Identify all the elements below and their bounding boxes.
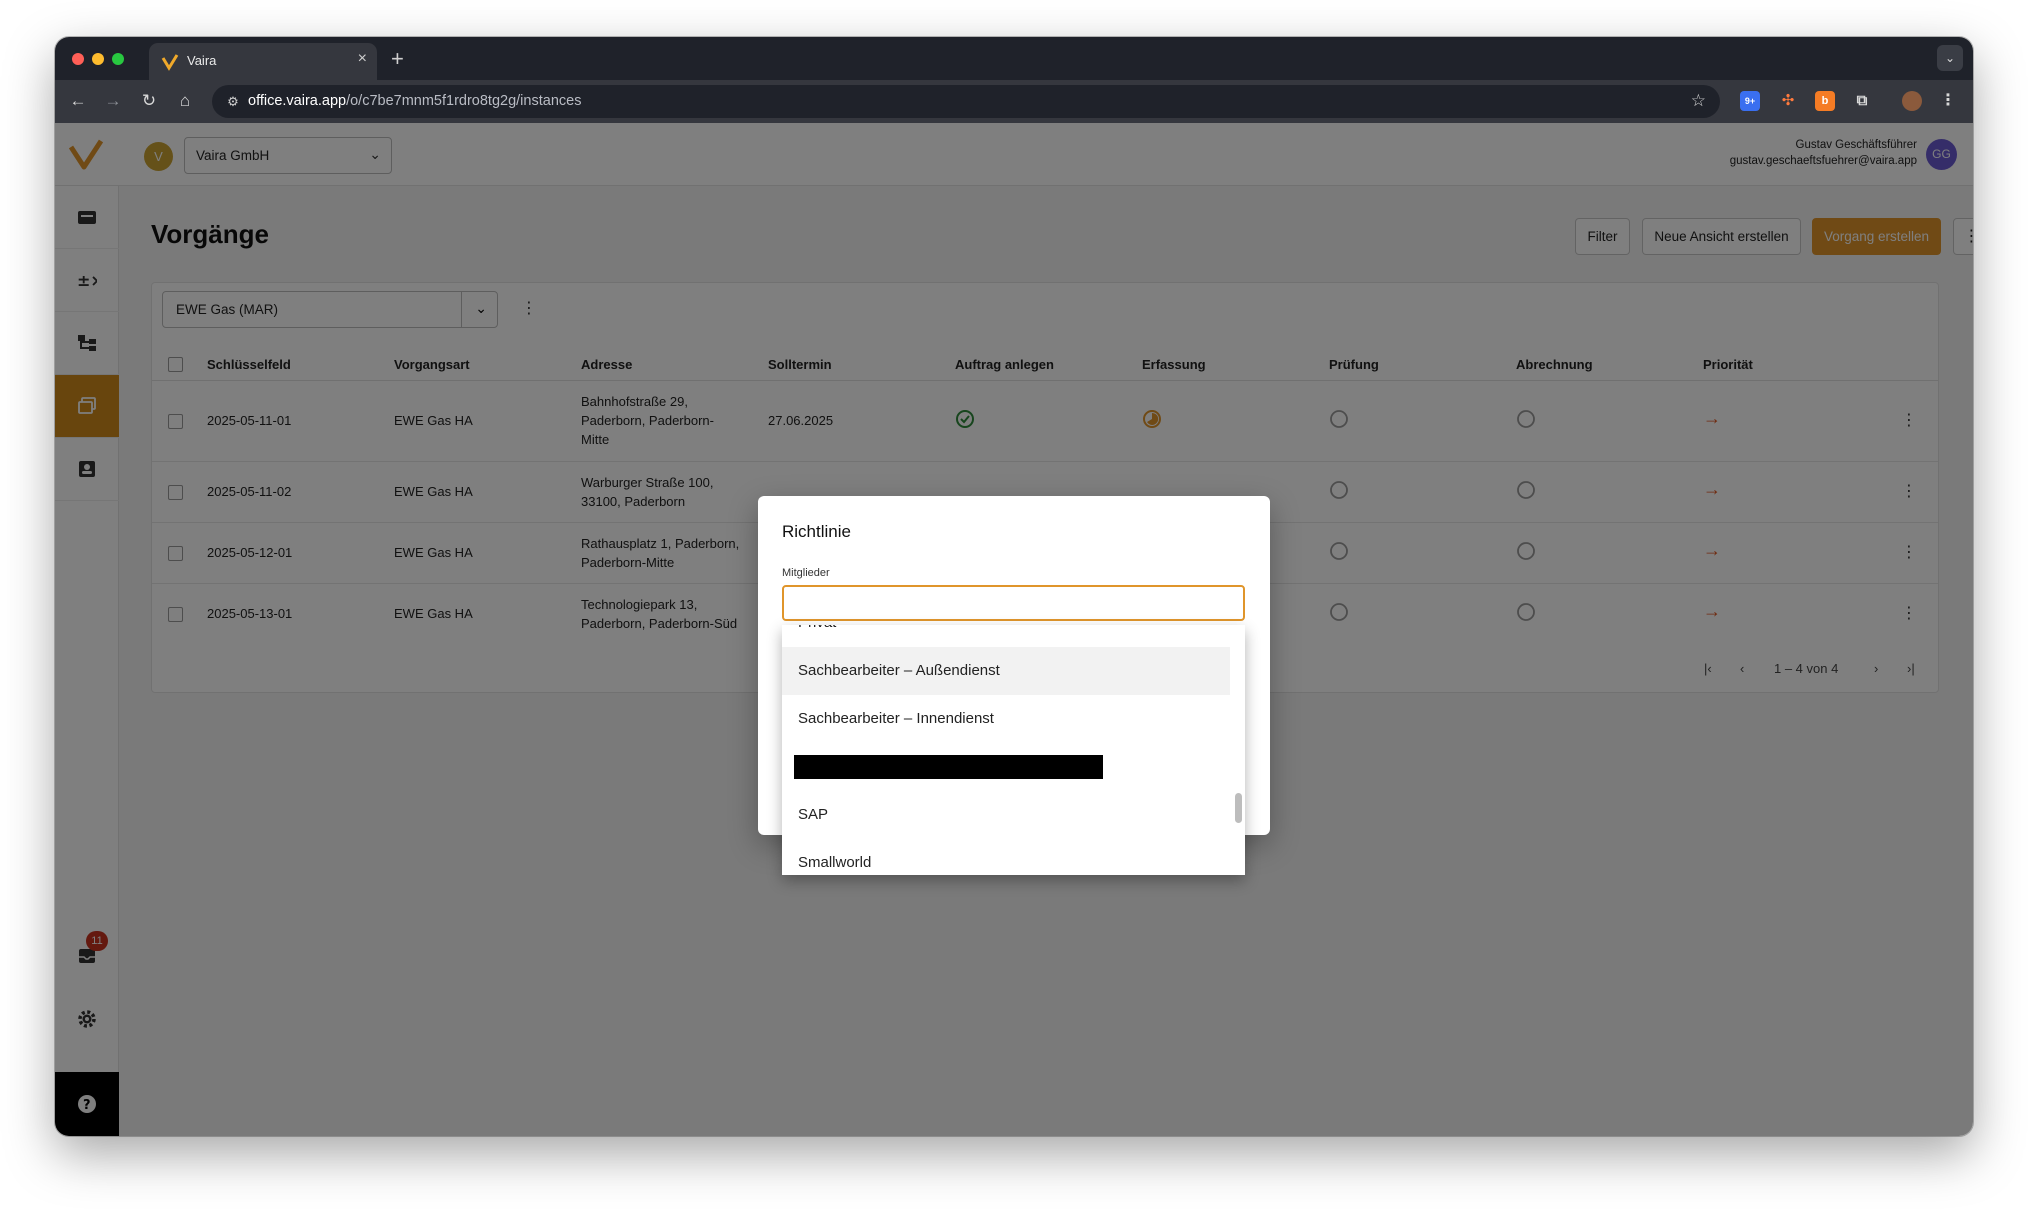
dropdown-option[interactable]: Sachbearbeiter – Außendienst — [782, 647, 1230, 695]
back-icon[interactable]: ← — [67, 90, 89, 112]
browser-tab-active[interactable]: Vaira × — [149, 43, 377, 80]
forward-icon[interactable]: → — [102, 90, 124, 112]
extension-badge-icon[interactable]: 9+ — [1740, 91, 1760, 111]
site-settings-icon[interactable]: ⚙ — [224, 93, 242, 111]
dropdown-option[interactable]: Smallworld — [782, 839, 1230, 875]
reload-icon[interactable]: ↻ — [138, 90, 160, 112]
bookmark-star-icon[interactable]: ☆ — [1691, 91, 1706, 111]
home-icon[interactable]: ⌂ — [174, 90, 196, 112]
hubspot-extension-icon[interactable]: ✣ — [1778, 91, 1798, 111]
address-bar[interactable]: ⚙ office.vaira.app/o/c7be7mnm5f1rdro8tg2… — [212, 85, 1720, 118]
members-dropdown: Privat Sachbearbeiter – Außendienst Sach… — [782, 625, 1245, 875]
dropdown-scrollbar[interactable] — [1235, 793, 1242, 823]
minimize-window-button[interactable] — [92, 53, 104, 65]
browser-menu-icon[interactable]: ⋮ — [1938, 91, 1958, 111]
dropdown-option[interactable] — [782, 743, 1230, 791]
tab-search-button[interactable]: ⌄ — [1937, 45, 1963, 71]
url-text: office.vaira.app/o/c7be7mnm5f1rdro8tg2g/… — [248, 93, 582, 109]
dropdown-option[interactable]: Privat — [782, 625, 1230, 647]
dropdown-option[interactable]: SAP — [782, 791, 1230, 839]
redacted-block — [794, 755, 1103, 779]
profile-avatar-icon[interactable] — [1902, 91, 1922, 111]
dropdown-option[interactable]: Sachbearbeiter – Innendienst — [782, 695, 1230, 743]
vaira-favicon-icon — [161, 54, 179, 71]
tab-close-icon[interactable]: × — [358, 50, 367, 68]
browser-toolbar: ← → ↻ ⌂ ⚙ office.vaira.app/o/c7be7mnm5f1… — [55, 80, 1973, 123]
dialog-title: Richtlinie — [782, 522, 851, 541]
orange-extension-icon[interactable]: b — [1815, 91, 1835, 111]
new-tab-button[interactable]: + — [391, 46, 404, 72]
browser-window: Vaira × + ⌄ ← → ↻ ⌂ ⚙ office.vaira.app/o… — [55, 37, 1973, 1136]
members-field-label: Mitglieder — [782, 567, 830, 579]
maximize-window-button[interactable] — [112, 53, 124, 65]
close-window-button[interactable] — [72, 53, 84, 65]
extensions-puzzle-icon[interactable]: ⧉ — [1852, 91, 1872, 111]
members-input[interactable] — [782, 585, 1245, 621]
app-root: V Vaira GmbH ⌄ Gustav Geschäftsführer gu… — [55, 123, 1973, 1136]
tab-title: Vaira — [187, 53, 217, 68]
browser-tab-strip: Vaira × + ⌄ — [55, 37, 1973, 80]
